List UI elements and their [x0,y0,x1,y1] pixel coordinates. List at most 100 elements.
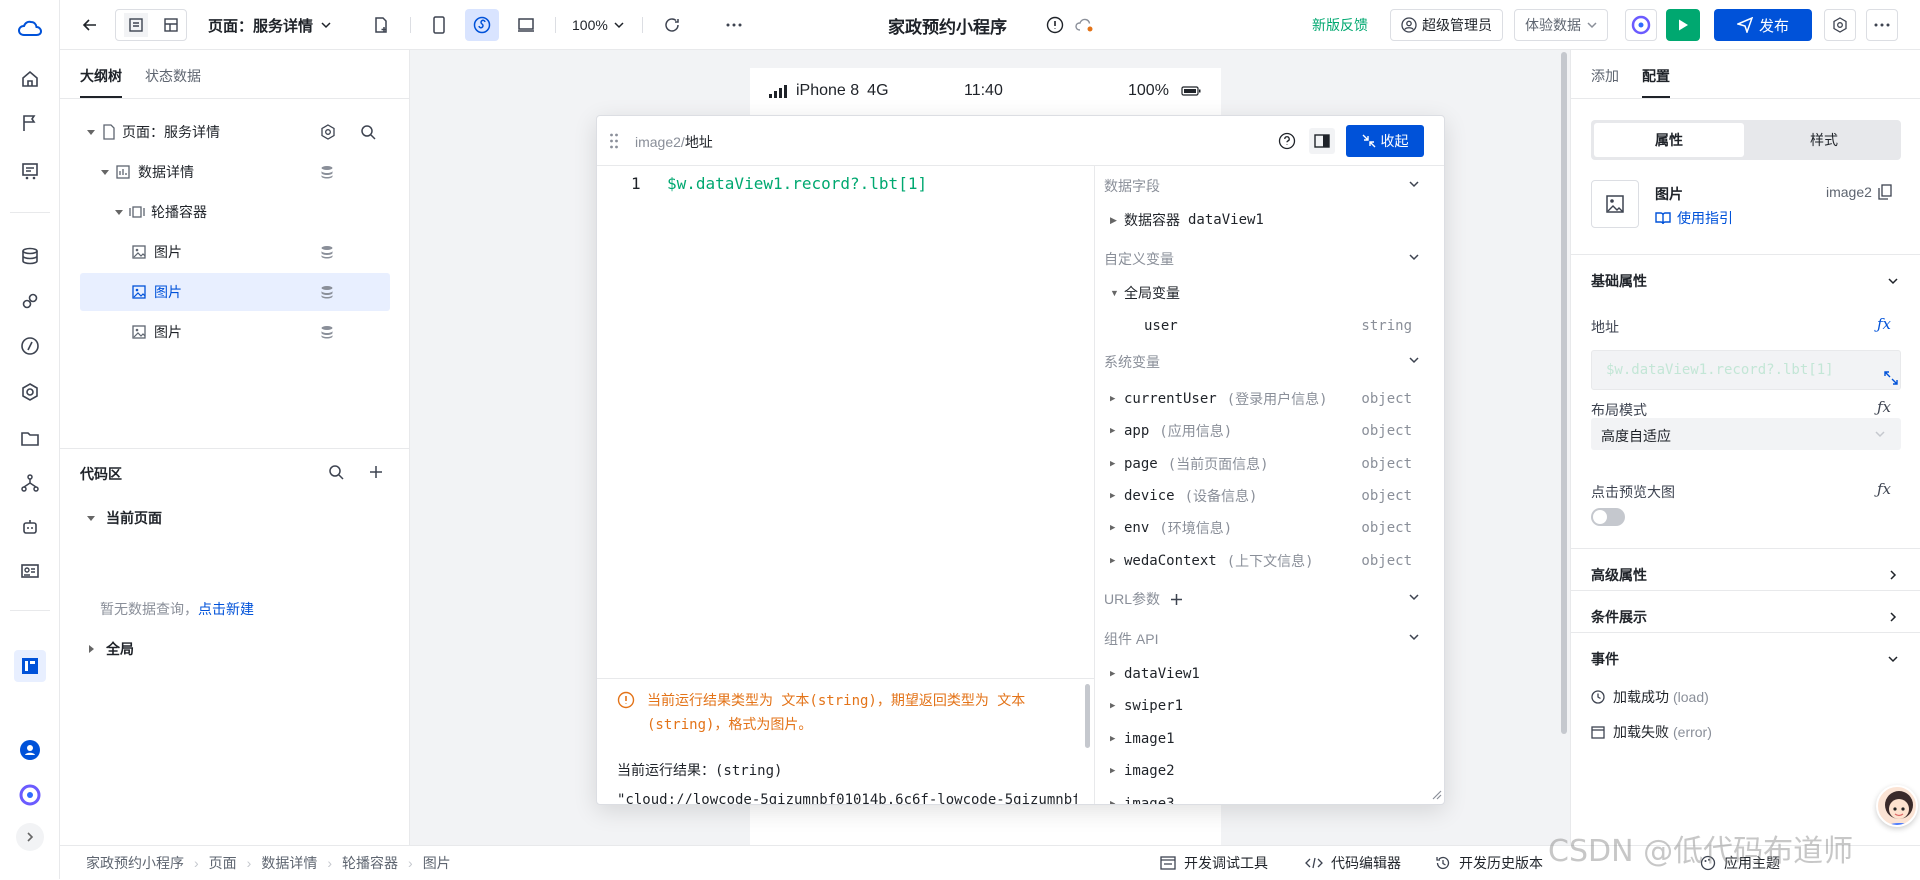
id-card-icon[interactable] [14,555,46,587]
more-icon[interactable] [718,9,750,41]
refresh-icon[interactable] [656,9,688,41]
page-view-icon[interactable] [123,13,148,37]
component-row[interactable]: ▶ image1 [1100,725,1430,753]
fx-icon[interactable]: ƒx [1877,480,1891,498]
user-var-row[interactable]: user string [1100,312,1430,340]
segment-properties[interactable]: 属性 [1594,123,1744,157]
chevron-down-icon[interactable] [1408,251,1420,263]
component-row[interactable]: ▶ image3 [1100,790,1430,804]
add-icon[interactable] [1170,593,1183,606]
tab-config[interactable]: 配置 [1642,66,1670,98]
caret-down-icon[interactable] [86,127,96,137]
basic-props-section[interactable]: 基础属性 [1571,254,1920,306]
ai-assistant-icon[interactable] [14,779,46,811]
assistant-avatar[interactable] [1876,785,1918,827]
cart-icon[interactable] [14,155,46,187]
help-icon[interactable] [1278,132,1296,150]
desktop-device-icon[interactable] [510,9,542,41]
component-row[interactable]: ▶ image2 [1100,757,1430,785]
component-row[interactable]: ▶ swiper1 [1100,692,1430,720]
settings-icon[interactable] [1824,9,1856,41]
tree-node-image2[interactable]: 图片 [80,273,390,311]
collapse-button[interactable]: 收起 [1346,125,1424,157]
event-load-fail[interactable]: 加载失败 (error) [1591,722,1712,742]
component-row[interactable]: ▶ dataView1 [1100,660,1430,688]
system-var-row[interactable]: ▶ wedaContext (上下文信息) object [1100,547,1430,575]
zoom-selector[interactable]: 100% [572,9,624,41]
home-icon[interactable] [14,63,46,95]
run-preview-button[interactable] [1666,9,1700,41]
breadcrumb-item[interactable]: 轮播容器 [342,853,398,873]
fx-icon[interactable]: ƒx [1877,398,1891,416]
system-var-row[interactable]: ▶ device (设备信息) object [1100,482,1430,510]
url-params-header[interactable]: URL参数 [1104,589,1183,609]
robot-icon[interactable] [14,511,46,543]
global-vars-row[interactable]: ▼ 全局变量 [1100,279,1430,307]
resize-handle-icon[interactable] [1430,788,1442,800]
database-icon[interactable] [14,240,46,272]
expand-arrows-icon[interactable] [1884,371,1898,385]
mobile-device-icon[interactable] [423,9,455,41]
expand-rail-icon[interactable] [16,823,44,851]
hexagon-icon[interactable] [14,376,46,408]
canvas-scrollbar[interactable] [1561,52,1567,734]
address-expression-input[interactable]: $w.dataView1.record?.lbt[1] [1591,350,1901,390]
system-var-row[interactable]: ▶ app (应用信息) object [1100,417,1430,445]
link-icon[interactable] [14,285,46,317]
cloud-sync-icon[interactable] [1072,9,1098,41]
breadcrumb-item[interactable]: 数据详情 [261,853,317,873]
breadcrumb-item[interactable]: 页面 [209,853,237,873]
code-line[interactable]: $w.dataView1.record?.lbt[1] [667,174,927,193]
flag-icon[interactable] [14,107,46,139]
system-vars-header[interactable]: 系统变量 [1104,352,1160,372]
system-var-row[interactable]: ▶ currentUser (登录用户信息) object [1100,385,1430,413]
grid-view-icon[interactable] [163,17,179,33]
copy-icon[interactable] [1878,184,1892,200]
chevron-down-icon[interactable] [1408,178,1420,190]
tab-state-data[interactable]: 状态数据 [145,66,201,86]
info-icon[interactable] [1042,9,1068,41]
cloud-folder-icon[interactable] [14,422,46,454]
data-fields-header[interactable]: 数据字段 [1104,176,1160,196]
create-query-link[interactable]: 点击新建 [198,599,254,619]
workflow-icon[interactable] [14,467,46,499]
tree-node-dataview[interactable]: 数据详情 [80,153,390,191]
current-page-group[interactable]: 当前页面 [86,508,162,528]
breadcrumb-item[interactable]: 家政预约小程序 [86,853,184,873]
search-icon[interactable] [360,124,376,140]
page-selector[interactable]: 页面：服务详情 [208,9,331,41]
dev-tools-button[interactable]: 开发调试工具 [1160,846,1268,880]
tree-node-image1[interactable]: 图片 [80,233,390,271]
settings-icon[interactable] [320,124,336,140]
tab-outline-tree[interactable]: 大纲树 [80,66,122,98]
toggle-sidebar-icon[interactable] [1309,128,1335,154]
layout-mode-select[interactable]: 高度自适应 [1591,418,1901,450]
tree-node-swiper[interactable]: 轮播容器 [80,193,390,231]
admin-role-button[interactable]: 超级管理员 [1390,9,1503,41]
more-options-icon[interactable] [1866,9,1898,41]
caret-down-icon[interactable] [100,167,110,177]
user-avatar-icon[interactable] [14,734,46,766]
usage-guide-link[interactable]: 使用指引 [1655,208,1733,228]
add-icon[interactable] [368,464,384,480]
miniprogram-device-icon[interactable] [465,9,499,41]
data-container-row[interactable]: ▶ 数据容器 dataView1 [1100,206,1430,234]
chevron-down-icon[interactable] [1408,591,1420,603]
ai-assistant-button[interactable] [1625,9,1657,41]
history-button[interactable]: 开发历史版本 [1435,846,1543,880]
tree-node-image3[interactable]: 图片 [80,313,390,351]
compass-icon[interactable] [14,330,46,362]
caret-down-icon[interactable] [114,207,124,217]
code-editor-button[interactable]: 代码编辑器 [1305,846,1401,880]
system-var-row[interactable]: ▶ env (环境信息) object [1100,514,1430,542]
fx-icon[interactable]: ƒx [1877,315,1891,333]
new-page-icon[interactable] [365,9,397,41]
segment-style[interactable]: 样式 [1749,123,1899,157]
publish-button[interactable]: 发布 [1714,9,1812,41]
tree-node-page[interactable]: 页面：服务详情 [80,113,390,151]
component-api-header[interactable]: 组件 API [1104,629,1158,649]
back-arrow-icon[interactable] [74,9,106,41]
event-load-success[interactable]: 加载成功 (load) [1591,687,1709,707]
tab-add[interactable]: 添加 [1591,66,1619,86]
feedback-link[interactable]: 新版反馈 [1312,9,1368,41]
